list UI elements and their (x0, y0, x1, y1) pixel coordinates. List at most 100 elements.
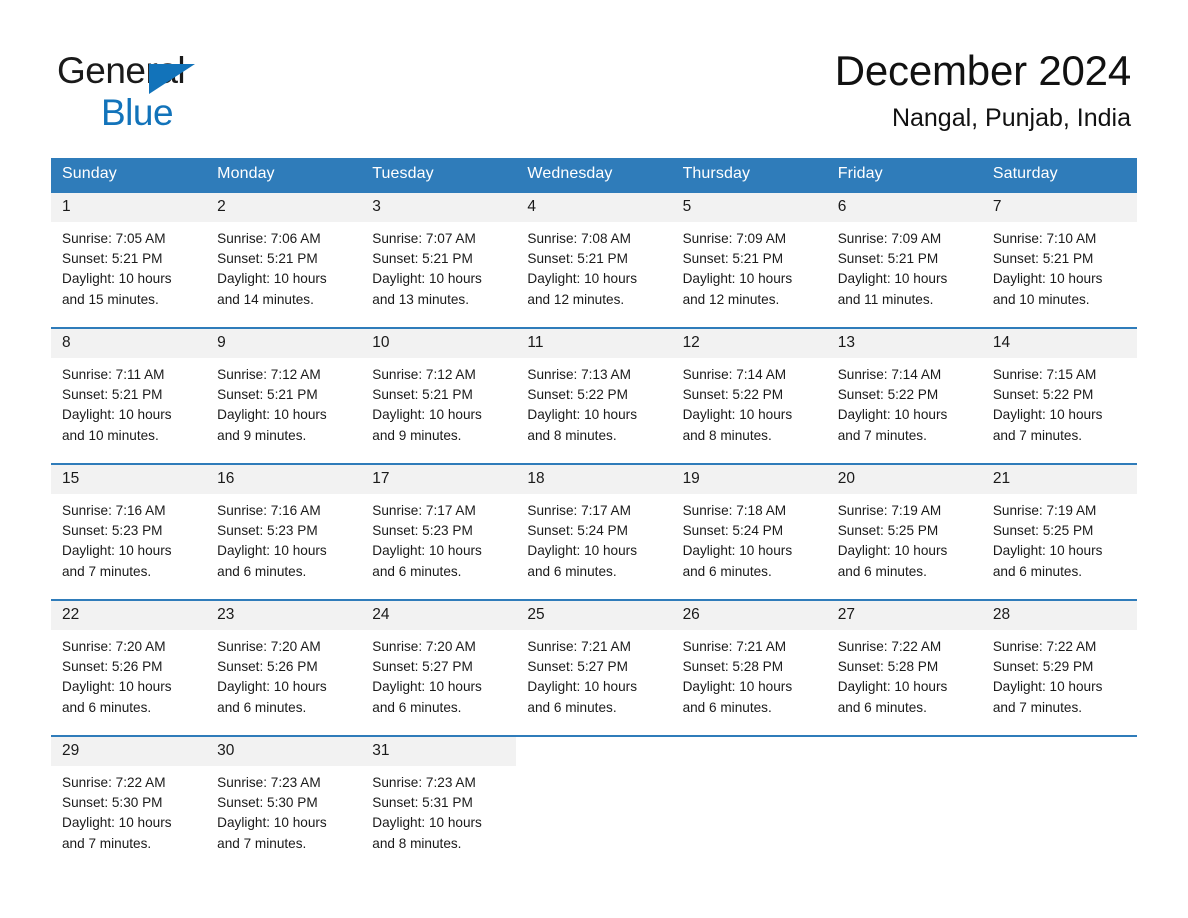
day-number: 21 (981, 465, 1137, 494)
calendar-day-cell[interactable]: 1 Sunrise: 7:05 AM Sunset: 5:21 PM Daylight… (51, 191, 207, 312)
day-number: 18 (516, 465, 672, 494)
daylight-text-line2: and 7 minutes. (62, 563, 152, 579)
calendar-day-cell[interactable]: 17 Sunrise: 7:17 AM Sunset: 5:23 PM Dayligh… (361, 463, 517, 584)
daylight-text-line2: and 11 minutes. (837, 291, 934, 307)
sunrise-text: Sunrise: 7:05 AM (62, 231, 166, 246)
sunset-text: Sunset: 5:30 PM (217, 795, 318, 811)
day-details: Sunrise: 7:22 AM Sunset: 5:28 PM Daylight:… (827, 630, 982, 718)
daylight-text-line1: Daylight: 10 hours (837, 679, 948, 695)
calendar-day-cell[interactable]: 10 Sunrise: 7:12 AM Sunset: 5:21 PM Dayligh… (361, 327, 517, 448)
sunset-text: Sunset: 5:24 PM (682, 523, 784, 539)
sunrise-text: Sunrise: 7:14 AM (837, 367, 942, 382)
calendar-day-cell[interactable]: 12 Sunrise: 7:14 AM Sunset: 5:22 PM Dayligh… (671, 327, 827, 448)
sunset-text: Sunset: 5:21 PM (372, 251, 473, 267)
sunrise-text: Sunrise: 7:13 AM (527, 367, 631, 382)
calendar-day-cell[interactable]: 29 Sunrise: 7:22 AM Sunset: 5:30 PM Dayligh… (51, 735, 207, 856)
calendar-day-cell[interactable]: 20 Sunrise: 7:19 AM Sunset: 5:25 PM Dayligh… (826, 463, 982, 584)
daylight-text-line1: Daylight: 10 hours (62, 407, 172, 423)
sunset-text: Sunset: 5:21 PM (837, 251, 939, 267)
sunset-text: Sunset: 5:30 PM (62, 795, 163, 811)
daylight-text-line2: and 6 minutes. (217, 699, 307, 715)
triangle-icon (149, 64, 195, 94)
sunrise-text: Sunrise: 7:17 AM (372, 503, 476, 518)
weekday-header-sunday: Sunday (51, 158, 207, 192)
weekday-header-row: Sunday Monday Tuesday Wednesday Thursday… (51, 158, 1137, 192)
day-number: 13 (826, 329, 982, 358)
calendar-day-cell[interactable]: 4 Sunrise: 7:08 AM Sunset: 5:21 PM Daylight… (516, 191, 672, 312)
sunrise-text: Sunrise: 7:19 AM (837, 503, 942, 518)
daylight-text-line2: and 7 minutes. (837, 427, 927, 443)
sunrise-text: Sunrise: 7:19 AM (992, 503, 1097, 518)
daylight-text-line1: Daylight: 10 hours (217, 815, 327, 831)
calendar-day-cell[interactable]: 31 Sunrise: 7:23 AM Sunset: 5:31 PM Dayligh… (361, 735, 517, 856)
calendar-day-cell-empty (516, 735, 672, 856)
calendar-day-cell[interactable]: 11 Sunrise: 7:13 AM Sunset: 5:22 PM Dayligh… (516, 327, 672, 448)
calendar-day-cell[interactable]: 5 Sunrise: 7:09 AM Sunset: 5:21 PM Daylight… (671, 191, 827, 312)
calendar-day-cell[interactable]: 14 Sunrise: 7:15 AM Sunset: 5:22 PM Dayligh… (981, 327, 1137, 448)
calendar-day-cell[interactable]: 2 Sunrise: 7:06 AM Sunset: 5:21 PM Daylight… (206, 191, 362, 312)
day-details: Sunrise: 7:05 AM Sunset: 5:21 PM Daylight:… (51, 222, 206, 310)
calendar-grid: Sunday Monday Tuesday Wednesday Thursday… (51, 158, 1137, 856)
calendar-day-cell[interactable]: 16 Sunrise: 7:16 AM Sunset: 5:23 PM Dayligh… (206, 463, 362, 584)
daylight-text-line1: Daylight: 10 hours (527, 407, 637, 423)
calendar-day-cell[interactable]: 22 Sunrise: 7:20 AM Sunset: 5:26 PM Dayligh… (51, 599, 207, 720)
sunset-text: Sunset: 5:27 PM (527, 659, 628, 675)
sunset-text: Sunset: 5:21 PM (992, 251, 1094, 267)
day-number: 1 (51, 193, 207, 222)
daylight-text-line2: and 7 minutes. (217, 835, 307, 851)
sunset-text: Sunset: 5:26 PM (217, 659, 318, 675)
day-number: 19 (671, 465, 827, 494)
calendar-day-cell[interactable]: 30 Sunrise: 7:23 AM Sunset: 5:30 PM Dayligh… (206, 735, 362, 856)
day-details: Sunrise: 7:14 AM Sunset: 5:22 PM Daylight:… (827, 358, 982, 446)
day-number: 15 (51, 465, 207, 494)
day-number: 14 (981, 329, 1137, 358)
week-spacer-cell (51, 720, 1137, 736)
day-number: 25 (516, 601, 672, 630)
day-number: 29 (51, 737, 207, 766)
sunrise-text: Sunrise: 7:10 AM (992, 231, 1097, 246)
calendar-day-cell[interactable]: 15 Sunrise: 7:16 AM Sunset: 5:23 PM Dayligh… (51, 463, 207, 584)
page-title: December 2024 (834, 47, 1131, 94)
daylight-text-line2: and 6 minutes. (837, 563, 927, 579)
daylight-text-line2: and 6 minutes. (682, 563, 772, 579)
day-details: Sunrise: 7:09 AM Sunset: 5:21 PM Daylight:… (672, 222, 827, 310)
calendar-day-cell[interactable]: 3 Sunrise: 7:07 AM Sunset: 5:21 PM Daylight… (361, 191, 517, 312)
calendar-day-cell[interactable]: 25 Sunrise: 7:21 AM Sunset: 5:27 PM Dayligh… (516, 599, 672, 720)
sunset-text: Sunset: 5:21 PM (527, 251, 628, 267)
daylight-text-line1: Daylight: 10 hours (62, 271, 172, 287)
calendar-day-cell[interactable]: 6 Sunrise: 7:09 AM Sunset: 5:21 PM Daylight… (826, 191, 982, 312)
calendar-day-cell[interactable]: 23 Sunrise: 7:20 AM Sunset: 5:26 PM Dayligh… (206, 599, 362, 720)
general-blue-logo[interactable]: General Blue (57, 52, 317, 132)
calendar-day-cell[interactable]: 24 Sunrise: 7:20 AM Sunset: 5:27 PM Dayligh… (361, 599, 517, 720)
daylight-text-line1: Daylight: 10 hours (372, 407, 482, 423)
daylight-text-line1: Daylight: 10 hours (372, 815, 482, 831)
calendar-day-cell[interactable]: 13 Sunrise: 7:14 AM Sunset: 5:22 PM Dayligh… (826, 327, 982, 448)
sunset-text: Sunset: 5:31 PM (372, 795, 473, 811)
daylight-text-line2: and 6 minutes. (372, 699, 462, 715)
calendar-day-cell[interactable]: 26 Sunrise: 7:21 AM Sunset: 5:28 PM Dayligh… (671, 599, 827, 720)
day-details: Sunrise: 7:21 AM Sunset: 5:28 PM Daylight:… (672, 630, 827, 718)
day-number: 23 (206, 601, 362, 630)
day-details: Sunrise: 7:23 AM Sunset: 5:31 PM Daylight:… (361, 766, 516, 854)
calendar-day-cell[interactable]: 9 Sunrise: 7:12 AM Sunset: 5:21 PM Daylight… (206, 327, 362, 448)
calendar-day-cell[interactable]: 19 Sunrise: 7:18 AM Sunset: 5:24 PM Dayligh… (671, 463, 827, 584)
calendar-day-cell[interactable]: 8 Sunrise: 7:11 AM Sunset: 5:21 PM Daylight… (51, 327, 207, 448)
calendar-day-cell[interactable]: 18 Sunrise: 7:17 AM Sunset: 5:24 PM Dayligh… (516, 463, 672, 584)
calendar-day-cell[interactable]: 28 Sunrise: 7:22 AM Sunset: 5:29 PM Dayligh… (981, 599, 1137, 720)
week-spacer-cell (51, 448, 1137, 464)
day-details: Sunrise: 7:23 AM Sunset: 5:30 PM Daylight:… (206, 766, 361, 854)
calendar-day-cell[interactable]: 21 Sunrise: 7:19 AM Sunset: 5:25 PM Dayligh… (981, 463, 1137, 584)
day-details: Sunrise: 7:12 AM Sunset: 5:21 PM Daylight:… (361, 358, 516, 446)
daylight-text-line2: and 12 minutes. (527, 291, 625, 307)
day-details: Sunrise: 7:15 AM Sunset: 5:22 PM Daylight:… (982, 358, 1137, 446)
sunrise-text: Sunrise: 7:07 AM (372, 231, 476, 246)
day-number: 4 (516, 193, 672, 222)
calendar-day-cell[interactable]: 27 Sunrise: 7:22 AM Sunset: 5:28 PM Dayligh… (826, 599, 982, 720)
calendar-day-cell[interactable]: 7 Sunrise: 7:10 AM Sunset: 5:21 PM Daylight… (981, 191, 1137, 312)
sunrise-text: Sunrise: 7:22 AM (837, 639, 942, 654)
week-spacer (51, 720, 1137, 736)
day-number: 5 (671, 193, 827, 222)
day-details: Sunrise: 7:13 AM Sunset: 5:22 PM Daylight:… (516, 358, 671, 446)
daylight-text-line1: Daylight: 10 hours (527, 679, 637, 695)
daylight-text-line1: Daylight: 10 hours (372, 543, 482, 559)
